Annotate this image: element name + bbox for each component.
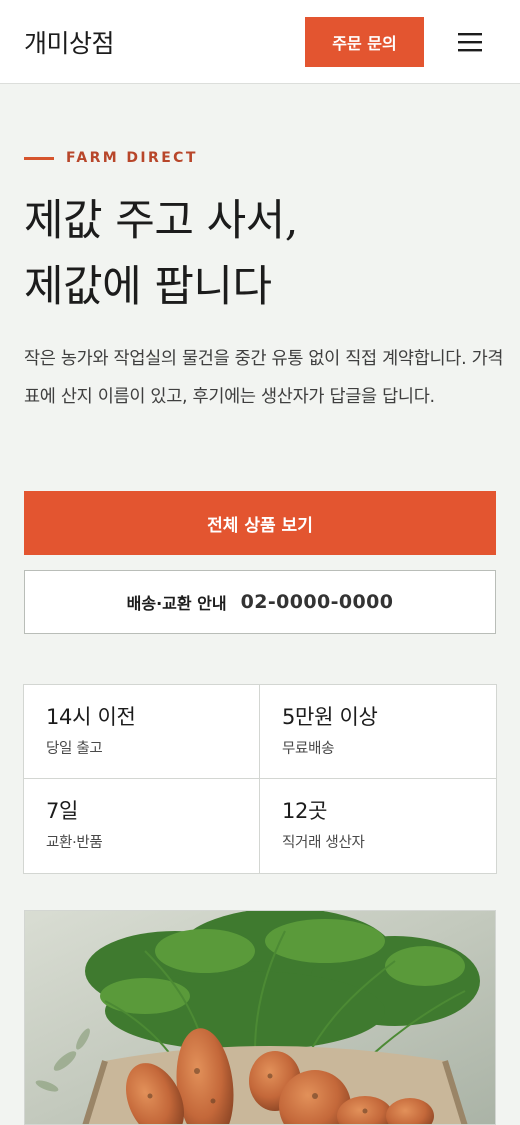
stat-label: 당일 출고 (46, 741, 103, 757)
shipping-info-label: 배송·교환 안내 (126, 594, 227, 613)
service-stats: 14시 이전 당일 출고 5만원 이상 무료배송 7일 교환·반품 12곳 직거… (23, 684, 497, 874)
headline-line-1: 제값 주고 사서, (24, 196, 298, 246)
headline-line-2: 제값에 팝니다 (24, 262, 272, 312)
stat-cell: 7일 교환·반품 (24, 779, 260, 874)
eyebrow-text: FARM DIRECT (66, 150, 198, 166)
hero-intro: 작은 농가와 작업실의 물건을 중간 유통 없이 직접 계약합니다. 가격표에 … (24, 349, 504, 407)
stat-cell: 12곳 직거래 생산자 (260, 779, 497, 874)
hero-headline: 제값 주고 사서, 제값에 팝니다 (24, 188, 504, 320)
stat-value: 12곳 (282, 799, 328, 823)
site-header: 개미상점 주문 문의 (0, 0, 520, 84)
stat-value: 7일 (46, 799, 79, 823)
phone-number: 02-0000-0000 (240, 591, 394, 613)
eyebrow: FARM DIRECT (24, 149, 198, 167)
carrots-in-basket-photo (24, 910, 496, 1125)
stat-label: 직거래 생산자 (282, 835, 365, 851)
eyebrow-rule (24, 156, 54, 160)
view-all-products-button[interactable]: 전체 상품 보기 (24, 491, 496, 555)
stat-cell: 5만원 이상 무료배송 (260, 685, 497, 779)
stat-cell: 14시 이전 당일 출고 (24, 685, 260, 779)
stat-value: 14시 이전 (46, 705, 136, 729)
stat-value: 5만원 이상 (282, 705, 378, 729)
order-inquiry-button[interactable]: 주문 문의 (305, 17, 424, 67)
stat-label: 무료배송 (282, 741, 335, 757)
brand-logo[interactable]: 개미상점 (24, 24, 115, 60)
shipping-exchange-info-button[interactable]: 배송·교환 안내 02-0000-0000 (24, 570, 496, 634)
stat-label: 교환·반품 (46, 835, 103, 851)
hamburger-menu-icon[interactable] (454, 26, 486, 58)
